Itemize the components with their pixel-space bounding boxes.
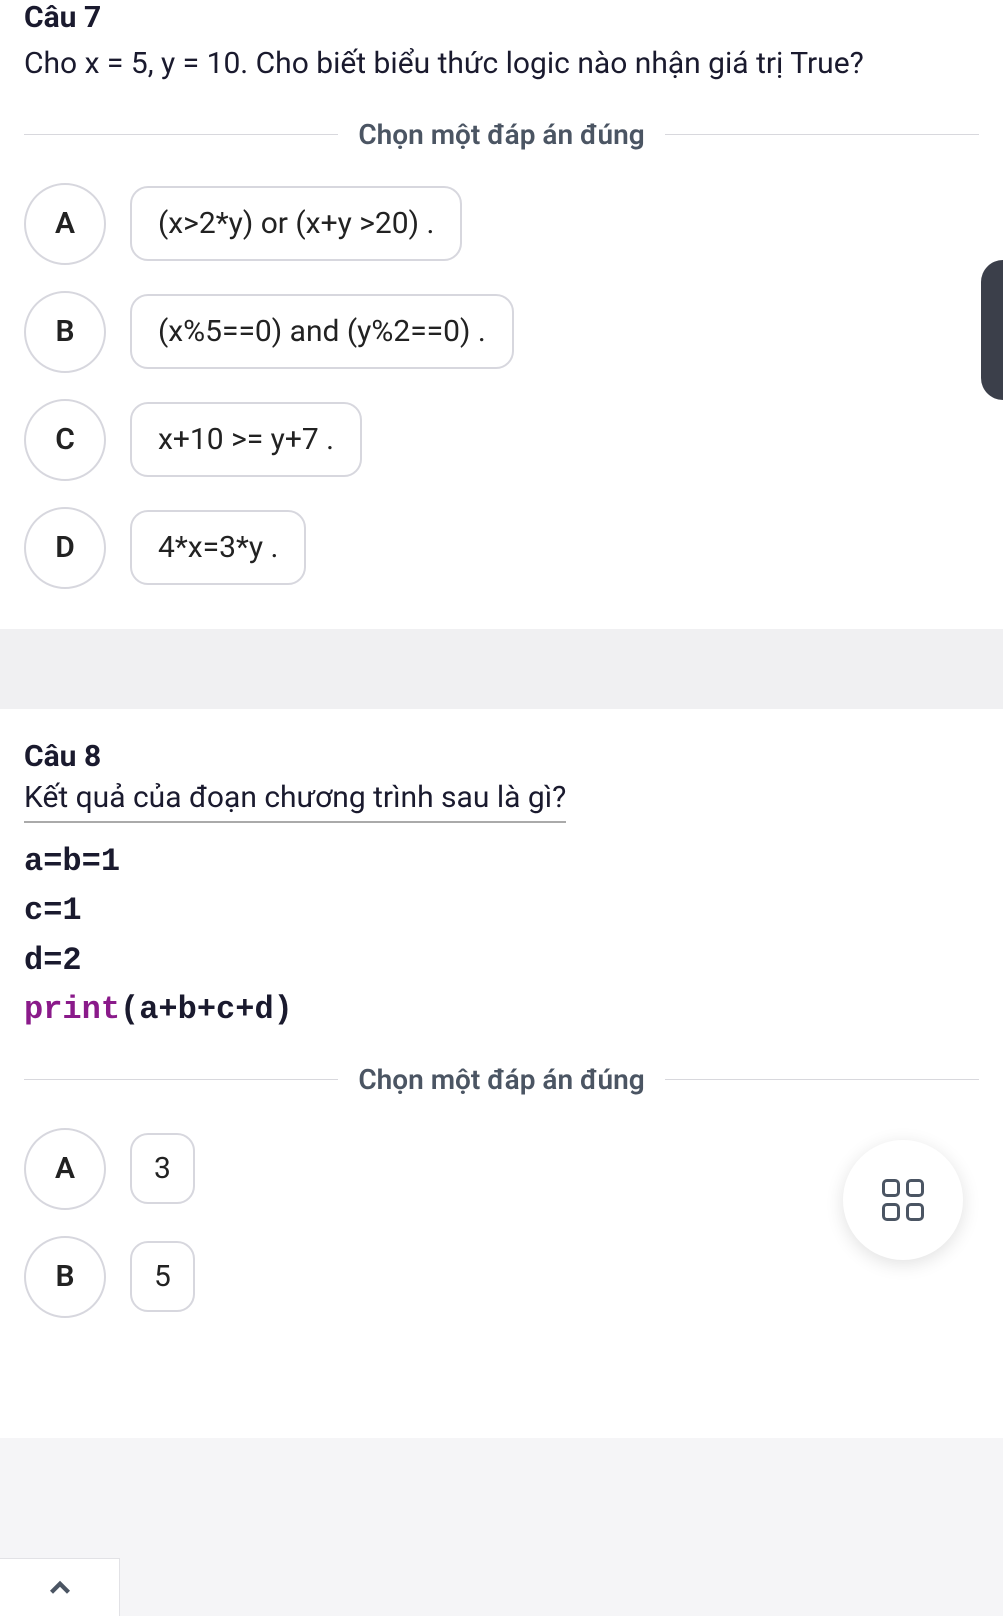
option-a[interactable]: A (x>2*y) or (x+y >20) . bbox=[24, 183, 979, 265]
side-handle[interactable] bbox=[981, 260, 1003, 400]
code-keyword: print bbox=[24, 991, 120, 1028]
option-letter: B bbox=[24, 1236, 106, 1318]
option-label: (x%5==0) and (y%2==0) . bbox=[130, 294, 514, 369]
code-line: d=2 bbox=[24, 936, 979, 986]
divider-line bbox=[24, 1079, 338, 1080]
chevron-up-icon bbox=[43, 1571, 77, 1605]
question-subtitle-wrap: Kết quả của đoạn chương trình sau là gì? bbox=[24, 780, 566, 823]
grid-icon bbox=[882, 1179, 924, 1221]
option-letter: A bbox=[24, 1128, 106, 1210]
code-snippet: a=b=1 c=1 d=2 print(a+b+c+d) bbox=[24, 837, 979, 1035]
code-line: print(a+b+c+d) bbox=[24, 985, 979, 1035]
section-gap bbox=[0, 629, 1003, 709]
option-label: 3 bbox=[130, 1133, 195, 1204]
question-subtitle: Kết quả của đoạn chương trình sau là gì? bbox=[24, 780, 566, 815]
options-list: A (x>2*y) or (x+y >20) . B (x%5==0) and … bbox=[24, 183, 979, 589]
option-a[interactable]: A 3 bbox=[24, 1128, 979, 1210]
divider-line bbox=[24, 134, 338, 135]
apps-grid-button[interactable] bbox=[843, 1140, 963, 1260]
option-label: (x>2*y) or (x+y >20) . bbox=[130, 186, 462, 261]
option-b[interactable]: B 5 bbox=[24, 1236, 979, 1318]
option-letter: A bbox=[24, 183, 106, 265]
question-8: Câu 8 Kết quả của đoạn chương trình sau … bbox=[0, 709, 1003, 1438]
code-args: (a+b+c+d) bbox=[120, 991, 293, 1028]
code-line: a=b=1 bbox=[24, 837, 979, 887]
question-7: Câu 7 Cho x = 5, y = 10. Cho biết biểu t… bbox=[0, 0, 1003, 629]
option-c[interactable]: C x+10 >= y+7 . bbox=[24, 399, 979, 481]
instruction-label: Chọn một đáp án đúng bbox=[338, 118, 664, 151]
instruction-divider: Chọn một đáp án đúng bbox=[24, 118, 979, 151]
option-letter: B bbox=[24, 291, 106, 373]
option-letter: D bbox=[24, 507, 106, 589]
option-d[interactable]: D 4*x=3*y . bbox=[24, 507, 979, 589]
option-label: x+10 >= y+7 . bbox=[130, 402, 362, 477]
code-line: c=1 bbox=[24, 886, 979, 936]
divider-line bbox=[665, 1079, 979, 1080]
option-letter: C bbox=[24, 399, 106, 481]
question-text: Cho x = 5, y = 10. Cho biết biểu thức lo… bbox=[24, 41, 979, 88]
expand-button[interactable] bbox=[0, 1558, 120, 1616]
instruction-label: Chọn một đáp án đúng bbox=[338, 1063, 664, 1096]
question-number: Câu 7 bbox=[24, 0, 979, 35]
options-list: A 3 B 5 bbox=[24, 1128, 979, 1318]
option-label: 5 bbox=[130, 1241, 195, 1312]
instruction-divider: Chọn một đáp án đúng bbox=[24, 1063, 979, 1096]
option-label: 4*x=3*y . bbox=[130, 510, 306, 585]
divider-line bbox=[665, 134, 979, 135]
question-number: Câu 8 bbox=[24, 739, 979, 774]
option-b[interactable]: B (x%5==0) and (y%2==0) . bbox=[24, 291, 979, 373]
